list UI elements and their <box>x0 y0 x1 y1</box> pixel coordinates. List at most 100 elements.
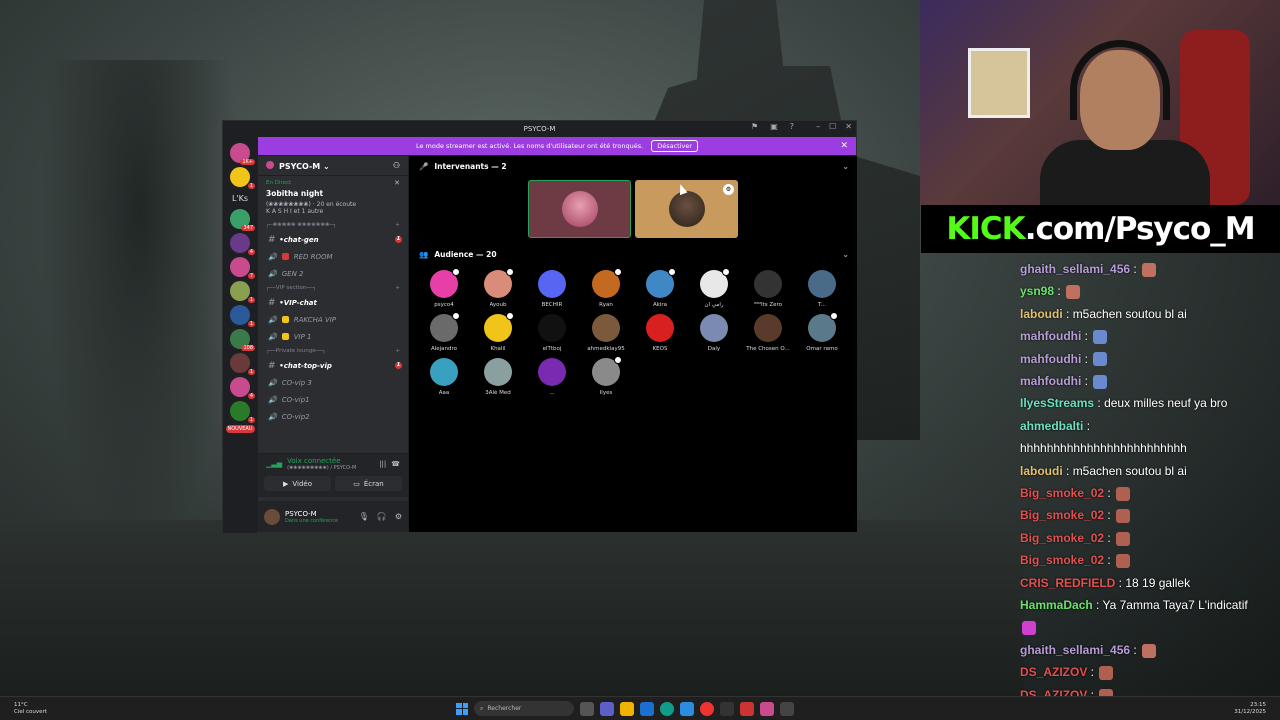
chat-username[interactable]: Big_smoke_02 <box>1020 486 1104 500</box>
audience-member[interactable]: رامي ان <box>687 268 741 308</box>
settings-icon[interactable]: ⚙ <box>395 512 402 521</box>
task-view-icon[interactable] <box>580 701 594 716</box>
headphones-icon[interactable]: 🎧 <box>377 512 387 521</box>
text-channel[interactable]: # •chat-gen 1 <box>258 231 408 248</box>
server-icon[interactable]: 1 <box>230 305 255 327</box>
chat-username[interactable]: DS_AZIZOV <box>1020 688 1087 696</box>
text-channel[interactable]: # •VIP-chat <box>258 294 408 311</box>
server-label[interactable]: L'Ks <box>232 191 248 205</box>
voice-channel[interactable]: 🔊 RED ROOM <box>258 248 408 265</box>
chat-username[interactable]: DS_AZIZOV <box>1020 665 1087 679</box>
audience-member[interactable]: Akira <box>633 268 687 308</box>
add-channel-icon[interactable]: + <box>395 348 400 354</box>
audience-member[interactable]: T... <box>795 270 849 308</box>
chat-username[interactable]: laboudi <box>1020 307 1063 321</box>
windows-start-icon[interactable] <box>456 702 468 715</box>
user-avatar[interactable] <box>264 508 280 525</box>
add-channel-icon[interactable]: + <box>395 285 400 291</box>
speakers-section-header[interactable]: 🎤 Intervenants — 2 ⌄ <box>409 156 857 176</box>
voice-channel[interactable]: 🔊 CO-vip1 <box>258 391 408 408</box>
audience-member[interactable]: BECHIR <box>525 270 579 308</box>
inbox-icon[interactable]: ⚑ <box>751 122 758 131</box>
minimize-button[interactable]: – <box>816 122 820 131</box>
channel-category[interactable]: ┌──Private lounge──┐ + <box>258 345 408 357</box>
chat-username[interactable]: ahmedbalti <box>1020 419 1083 433</box>
text-channel[interactable]: # •chat-top-vip 1 <box>258 357 408 374</box>
video-button[interactable]: ▶ Vidéo <box>264 476 331 491</box>
guild-header[interactable]: PSYCO-M ⌄ ⚇ <box>258 156 408 176</box>
voice-channel[interactable]: 🔊 GEN 2 <box>258 265 408 282</box>
audience-member[interactable]: Khalil <box>471 312 525 352</box>
app-icon[interactable] <box>740 701 754 716</box>
audience-section-header[interactable]: 👥 Audience — 20 ⌄ <box>409 244 857 264</box>
system-tray-clock[interactable]: 23:15 31/12/2025 <box>1234 702 1266 716</box>
disconnect-icon[interactable]: ☎ <box>391 460 400 468</box>
noise-icon[interactable]: ||| <box>379 460 386 468</box>
server-icon[interactable]: 1 <box>230 281 255 303</box>
server-icon[interactable]: 7 <box>230 257 255 279</box>
microphone-icon[interactable]: 🎙 <box>359 512 369 521</box>
chat-username[interactable]: ysn98 <box>1020 284 1054 298</box>
audience-member[interactable]: ᴵᴹᴹIts Zero <box>741 270 795 308</box>
audience-member[interactable]: Aaa <box>417 358 471 396</box>
voice-channel[interactable]: 🔊 RAKCHA VIP <box>258 311 408 328</box>
chat-username[interactable]: mahfoudhi <box>1020 352 1081 366</box>
audience-member[interactable]: The Chosen O... <box>741 314 795 352</box>
add-member-icon[interactable]: ⚇ <box>393 161 400 170</box>
audience-member[interactable]: Ryan <box>579 268 633 308</box>
server-icon[interactable]: 1 <box>230 353 255 375</box>
file-explorer-icon[interactable] <box>620 701 634 716</box>
terminal-icon[interactable] <box>780 701 794 716</box>
server-icon[interactable]: 4 <box>230 233 255 255</box>
chat-username[interactable]: ghaith_sellami_456 <box>1020 262 1130 276</box>
audience-member[interactable]: KEOS <box>633 314 687 352</box>
server-icon[interactable]: 1 <box>230 167 255 189</box>
obs-icon[interactable] <box>720 701 734 716</box>
close-button[interactable]: ✕ <box>845 122 852 131</box>
chat-username[interactable]: Big_smoke_02 <box>1020 508 1104 522</box>
discord-taskbar-icon[interactable] <box>760 701 774 716</box>
chat-username[interactable]: mahfoudhi <box>1020 329 1081 343</box>
server-icon[interactable]: 4 <box>230 377 255 399</box>
edge-icon[interactable] <box>660 701 674 716</box>
chat-username[interactable]: Big_smoke_02 <box>1020 553 1104 567</box>
voice-channel[interactable]: 🔊 CO-vip2 <box>258 408 408 425</box>
audience-member[interactable]: psyco4 <box>417 268 471 308</box>
chat-username[interactable]: HammaDach <box>1020 598 1093 612</box>
channel-category[interactable]: ┌──VIP section──┐ + <box>258 282 408 294</box>
server-icon[interactable]: 1K+ <box>230 143 255 165</box>
disable-streamer-mode-button[interactable]: Désactiver <box>651 140 699 152</box>
weather-widget[interactable]: 11°C Ciel couvert <box>14 702 47 716</box>
maximize-button[interactable]: ☐ <box>829 122 836 131</box>
speaker-tile[interactable] <box>528 180 631 238</box>
chrome-icon[interactable] <box>700 701 714 716</box>
chat-username[interactable]: mahfoudhi <box>1020 374 1081 388</box>
chat-username[interactable]: laboudi <box>1020 464 1063 478</box>
taskbar-search[interactable]: ⌕ Rechercher <box>474 701 574 716</box>
screen-share-icon[interactable]: ▣ <box>770 122 778 131</box>
close-event-icon[interactable]: ✕ <box>394 179 400 187</box>
chat-username[interactable]: CRIS_REDFIELD <box>1020 576 1115 590</box>
chevron-down-icon[interactable]: ⌄ <box>842 250 849 259</box>
chevron-down-icon[interactable]: ⌄ <box>842 162 849 171</box>
audience-member[interactable]: Ilyes <box>579 356 633 396</box>
store-icon[interactable] <box>640 701 654 716</box>
server-icon[interactable]: 347 <box>230 209 255 231</box>
voice-channel[interactable]: 🔊 VIP 1 <box>258 328 408 345</box>
audience-member[interactable]: Ayoub <box>471 268 525 308</box>
chat-username[interactable]: ghaith_sellami_456 <box>1020 643 1130 657</box>
mail-icon[interactable] <box>680 701 694 716</box>
audience-member[interactable]: Omar ramo <box>795 312 849 352</box>
audience-member[interactable]: Daly <box>687 314 741 352</box>
audience-member[interactable]: 3Alé Med <box>471 358 525 396</box>
audience-member[interactable]: Alejandro <box>417 312 471 352</box>
add-channel-icon[interactable]: + <box>395 222 400 228</box>
chat-username[interactable]: IlyesStreams <box>1020 396 1094 410</box>
screen-share-button[interactable]: ▭ Écran <box>335 476 402 491</box>
voice-channel[interactable]: 🔊 CO-vip 3 <box>258 374 408 391</box>
live-event[interactable]: ✕ En Direct 3obitha night (❀❀❀❀❀❀❀❀) · 2… <box>258 176 408 219</box>
audience-member[interactable]: ... <box>525 358 579 396</box>
help-icon[interactable]: ? <box>790 122 794 131</box>
channel-category[interactable]: ┌─❀❀❀❀❀ ❀❀❀❀❀❀❀─┐ + <box>258 219 408 231</box>
teams-icon[interactable] <box>600 701 614 716</box>
